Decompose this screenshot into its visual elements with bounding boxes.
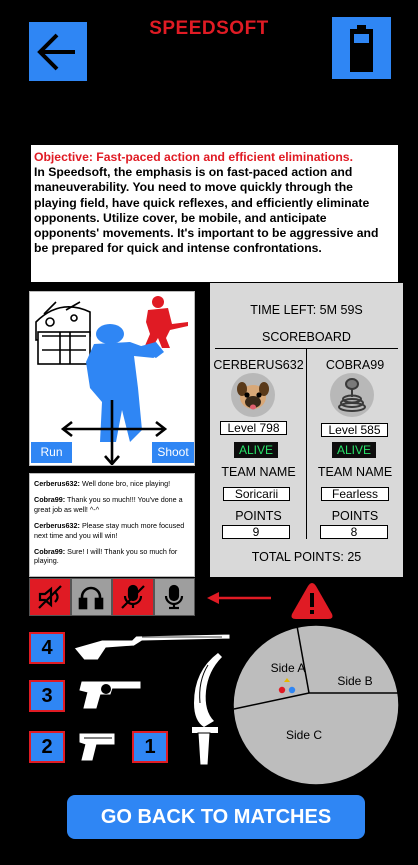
weapon-slot-1[interactable]: 1 bbox=[132, 731, 168, 763]
revolver-icon[interactable] bbox=[76, 676, 144, 710]
chat-user: Cerberus632: bbox=[34, 479, 80, 488]
headphones-button[interactable] bbox=[70, 578, 112, 616]
pug-avatar-icon bbox=[231, 373, 275, 417]
battery-icon bbox=[350, 25, 373, 72]
team-name-label: TEAM NAME bbox=[221, 465, 296, 479]
chat-text: Well done bro, nice playing! bbox=[79, 479, 171, 488]
total-points: TOTAL POINTS: 25 bbox=[251, 550, 362, 564]
points-label: POINTS bbox=[235, 509, 282, 523]
player-status: ALIVE bbox=[332, 442, 376, 458]
objective-title: Objective: Fast-paced action and efficie… bbox=[34, 150, 353, 164]
scene-illustration bbox=[35, 296, 188, 465]
pointer-arrow-icon bbox=[207, 592, 271, 604]
cobra-avatar-icon bbox=[330, 373, 374, 417]
chat-panel: Cerberus632: Well done bro, nice playing… bbox=[29, 473, 195, 577]
player-name: CERBERUS632 bbox=[213, 358, 304, 372]
run-button[interactable]: Run bbox=[31, 442, 72, 463]
mute-speaker-button[interactable] bbox=[29, 578, 71, 616]
time-left: TIME LEFT: 5M 59S bbox=[250, 303, 363, 317]
player-level: Level 798 bbox=[220, 421, 287, 435]
chat-message: Cerberus632: Please stay much more focus… bbox=[34, 521, 190, 540]
chat-user: Cerberus632: bbox=[34, 521, 80, 531]
volume-muted-icon bbox=[37, 585, 62, 609]
weapon-slot-4[interactable]: 4 bbox=[29, 632, 65, 664]
objective-panel: Objective: Fast-paced action and efficie… bbox=[31, 145, 398, 282]
points-value: 9 bbox=[222, 525, 290, 539]
map-side-c: Side C bbox=[286, 728, 322, 742]
microphone-button[interactable] bbox=[153, 578, 195, 616]
points-label: POINTS bbox=[331, 509, 379, 523]
player-marker-blue bbox=[288, 686, 296, 694]
chat-message: Cobra99: Sure! I will! Thank you so much… bbox=[34, 547, 190, 566]
mute-mic-button[interactable] bbox=[112, 578, 154, 616]
microphone-icon bbox=[165, 584, 184, 610]
objective-text: In Speedsoft, the emphasis is on fast-pa… bbox=[34, 165, 379, 256]
weapon-slot-3[interactable]: 3 bbox=[29, 680, 65, 712]
mic-muted-icon bbox=[120, 584, 145, 609]
knife-icon[interactable] bbox=[178, 651, 230, 769]
back-to-matches-button[interactable]: GO BACK TO MATCHES bbox=[67, 795, 365, 839]
warning-icon[interactable] bbox=[290, 581, 334, 621]
player-name: COBRA99 bbox=[325, 358, 385, 372]
team-name-label: TEAM NAME bbox=[317, 465, 393, 479]
headphones-icon bbox=[78, 586, 104, 610]
shoot-button[interactable]: Shoot bbox=[152, 442, 194, 463]
enemy-soldier-icon bbox=[144, 296, 188, 348]
treasure-chest-icon bbox=[35, 301, 91, 365]
player-status: ALIVE bbox=[234, 442, 278, 458]
player-level: Level 585 bbox=[321, 423, 388, 437]
chat-user: Cobra99: bbox=[34, 495, 66, 505]
chat-message: Cobra99: Thank you so much!!! You've don… bbox=[34, 495, 190, 514]
weapon-slot-2[interactable]: 2 bbox=[29, 731, 65, 763]
team-name-value: Fearless bbox=[321, 487, 389, 501]
game-scene: Run Shoot bbox=[29, 291, 195, 466]
chat-message: Cerberus632: Well done bro, nice playing… bbox=[34, 479, 190, 488]
voice-controls bbox=[29, 578, 195, 616]
battery-button[interactable] bbox=[332, 17, 391, 79]
team-name-value: Soricarii bbox=[223, 487, 290, 501]
points-value: 8 bbox=[320, 525, 388, 539]
chat-user: Cobra99: bbox=[34, 547, 66, 557]
map-side-a: Side A bbox=[271, 661, 306, 675]
map-pie[interactable]: Side A Side B Side C bbox=[232, 624, 400, 786]
pistol-icon[interactable] bbox=[76, 730, 116, 764]
scoreboard-title: SCOREBOARD bbox=[262, 330, 351, 344]
player-marker-red bbox=[278, 686, 286, 694]
scoreboard-panel: TIME LEFT: 5M 59S SCOREBOARD CERBERUS632… bbox=[210, 283, 403, 577]
map-side-b: Side B bbox=[337, 674, 372, 688]
